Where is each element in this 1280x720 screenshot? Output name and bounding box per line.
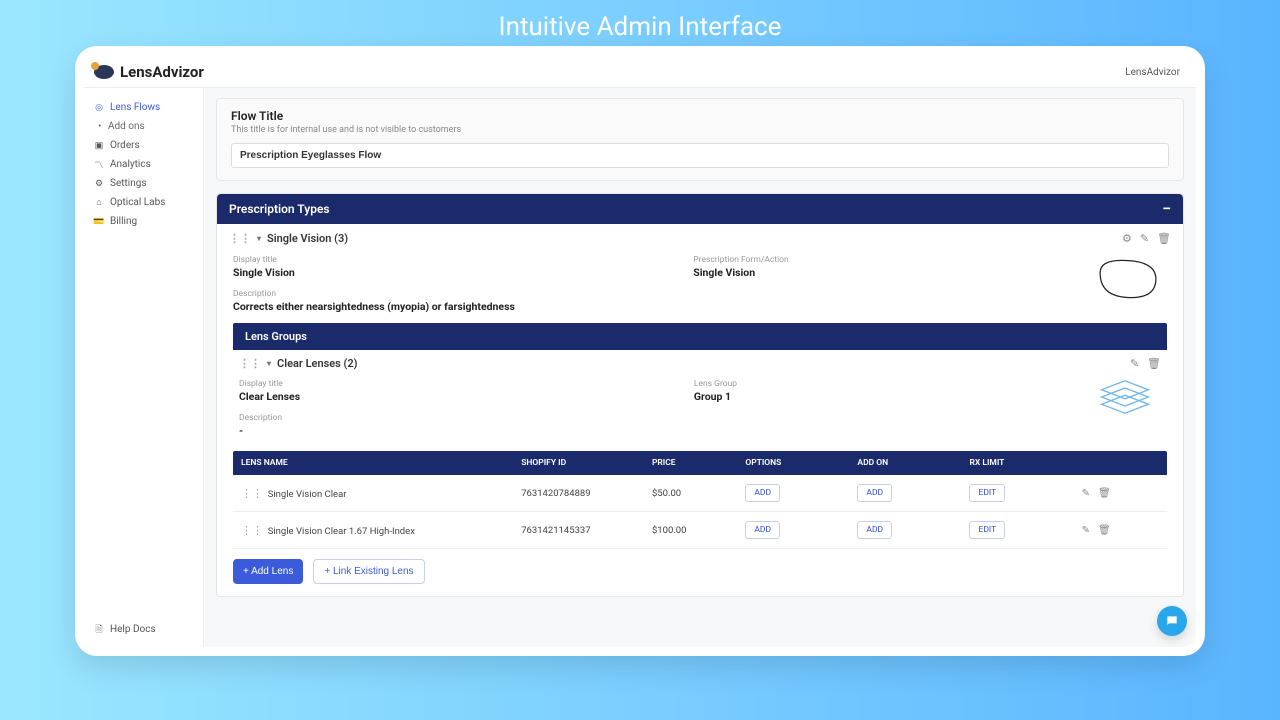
labs-icon: ⌂ (94, 198, 104, 208)
sidebar-item-label: Settings (110, 178, 147, 189)
chat-icon (1165, 614, 1179, 628)
lens-table: LENS NAME SHOPIFY ID PRICE OPTIONS ADD O… (233, 451, 1167, 549)
cell-lens-name: Single Vision Clear 1.67 High-Index (268, 526, 415, 537)
col-options[interactable]: OPTIONS (737, 451, 849, 475)
chevron-down-icon[interactable]: ▾ (257, 234, 261, 243)
flow-title-input[interactable] (231, 143, 1169, 168)
sidebar-item-analytics[interactable]: 〽 Analytics (84, 155, 203, 174)
rx-edit-button[interactable]: EDIT (969, 521, 1005, 539)
sidebar-item-addons[interactable]: Add ons (84, 117, 203, 136)
trash-icon[interactable]: 🗑 (1098, 488, 1111, 499)
sidebar-item-orders[interactable]: ▣ Orders (84, 136, 203, 155)
top-bar: LensAdvizor LensAdvizor (84, 55, 1196, 88)
gear-icon[interactable]: ⚙ (1122, 232, 1132, 245)
cell-lens-name: Single Vision Clear (268, 489, 347, 500)
prescription-item-name: Single Vision (3) (267, 232, 348, 245)
sidebar-item-label: Billing (110, 216, 137, 227)
edit-icon[interactable]: ✎ (1140, 232, 1149, 245)
drag-handle-icon[interactable]: ⋮⋮ (239, 357, 261, 370)
table-row: ⋮⋮ Single Vision Clear 1.67 High-Index 7… (233, 512, 1167, 549)
sidebar-item-settings[interactable]: ⚙ Settings (84, 174, 203, 193)
group-desc-value: - (239, 424, 1161, 437)
sidebar-item-label: Add ons (108, 121, 145, 132)
sidebar-item-label: Lens Flows (110, 102, 160, 113)
col-shopify-id[interactable]: SHOPIFY ID (513, 451, 644, 475)
sidebar-item-billing[interactable]: 💳 Billing (84, 212, 203, 231)
app-frame: LensAdvizor LensAdvizor ◎ Lens Flows Add… (75, 46, 1205, 656)
lens-group-item-header[interactable]: ⋮⋮ ▾ Clear Lenses (2) ✎ 🗑 (233, 350, 1167, 377)
chevron-down-icon[interactable]: ▾ (267, 359, 271, 368)
table-row: ⋮⋮ Single Vision Clear 7631420784889 $50… (233, 475, 1167, 512)
flow-title-label: Flow Title (231, 109, 1169, 123)
addon-add-button[interactable]: ADD (857, 484, 892, 502)
prescription-types-header[interactable]: Prescription Types − (217, 194, 1183, 224)
orders-icon: ▣ (94, 141, 104, 151)
prescription-item-header[interactable]: ⋮⋮ ▾ Single Vision (3) ⚙ ✎ 🗑 (227, 224, 1173, 253)
sidebar-item-help-docs[interactable]: 🗎 Help Docs (84, 620, 203, 639)
display-title-label: Display title (233, 255, 653, 265)
cell-shopify-id: 7631420784889 (513, 475, 644, 512)
collapse-icon[interactable]: − (1162, 204, 1171, 214)
promo-title: Intuitive Admin Interface (0, 0, 1280, 46)
panel-title: Prescription Types (229, 202, 330, 216)
options-add-button[interactable]: ADD (745, 521, 780, 539)
col-actions (1074, 451, 1167, 475)
drag-handle-icon[interactable]: ⋮⋮ (241, 487, 263, 500)
brand-logo[interactable]: LensAdvizor (94, 63, 204, 81)
group-display-title-value: Clear Lenses (239, 390, 654, 403)
logo-icon (94, 65, 114, 79)
trash-icon[interactable]: 🗑 (1157, 232, 1171, 245)
billing-icon: 💳 (94, 217, 104, 227)
prescription-form-value: Single Vision (693, 266, 1167, 279)
cell-price: $100.00 (644, 512, 737, 549)
sidebar: ◎ Lens Flows Add ons ▣ Orders 〽 Analytic… (84, 88, 204, 647)
col-rx-limit[interactable]: RX LIMIT (961, 451, 1073, 475)
edit-icon[interactable]: ✎ (1082, 525, 1090, 536)
edit-icon[interactable]: ✎ (1082, 488, 1090, 499)
lens-group-label: Lens Group (694, 379, 1161, 389)
description-label: Description (233, 289, 1167, 299)
edit-icon[interactable]: ✎ (1130, 357, 1139, 370)
drag-handle-icon[interactable]: ⋮⋮ (229, 232, 251, 245)
flow-title-sub: This title is for internal use and is no… (231, 125, 1169, 135)
display-title-value: Single Vision (233, 266, 653, 279)
lens-groups-panel: Lens Groups ⋮⋮ ▾ Clear Lenses (2) ✎ 🗑 (233, 323, 1167, 584)
flow-title-card: Flow Title This title is for internal us… (216, 98, 1184, 181)
lens-groups-header[interactable]: Lens Groups (233, 323, 1167, 350)
group-desc-label: Description (239, 413, 1161, 423)
lens-group-value: Group 1 (694, 390, 1161, 403)
drag-handle-icon[interactable]: ⋮⋮ (241, 524, 263, 537)
col-lens-name[interactable]: LENS NAME (233, 451, 513, 475)
tenant-label[interactable]: LensAdvizor (1125, 67, 1180, 78)
main-content: Flow Title This title is for internal us… (204, 88, 1196, 647)
trash-icon[interactable]: 🗑 (1098, 525, 1111, 536)
sidebar-item-label: Optical Labs (110, 197, 165, 208)
sidebar-item-optical-labs[interactable]: ⌂ Optical Labs (84, 193, 203, 212)
prescription-form-label: Prescription Form/Action (693, 255, 1167, 265)
add-lens-button[interactable]: + Add Lens (233, 559, 303, 584)
options-add-button[interactable]: ADD (745, 484, 780, 502)
prescription-types-panel: Prescription Types − ⋮⋮ ▾ Single Vision … (216, 193, 1184, 597)
gear-icon: ⚙ (94, 179, 104, 189)
description-value: Corrects either nearsightedness (myopia)… (233, 300, 1167, 313)
link-existing-lens-button[interactable]: + Link Existing Lens (313, 559, 424, 584)
sidebar-item-lens-flows[interactable]: ◎ Lens Flows (84, 98, 203, 117)
group-display-title-label: Display title (239, 379, 654, 389)
cell-price: $50.00 (644, 475, 737, 512)
cell-shopify-id: 7631421145337 (513, 512, 644, 549)
flow-icon: ◎ (94, 103, 104, 113)
chat-support-button[interactable] (1157, 606, 1187, 636)
col-price[interactable]: PRICE (644, 451, 737, 475)
sidebar-item-label: Orders (110, 140, 140, 151)
analytics-icon: 〽 (94, 160, 104, 170)
brand-name: LensAdvizor (120, 63, 204, 81)
lens-group-name: Clear Lenses (2) (277, 357, 358, 370)
col-addon[interactable]: ADD ON (849, 451, 961, 475)
trash-icon[interactable]: 🗑 (1147, 357, 1161, 370)
doc-icon: 🗎 (94, 625, 104, 635)
rx-edit-button[interactable]: EDIT (969, 484, 1005, 502)
sidebar-item-label: Help Docs (110, 624, 156, 635)
addon-add-button[interactable]: ADD (857, 521, 892, 539)
sidebar-item-label: Analytics (110, 159, 151, 170)
